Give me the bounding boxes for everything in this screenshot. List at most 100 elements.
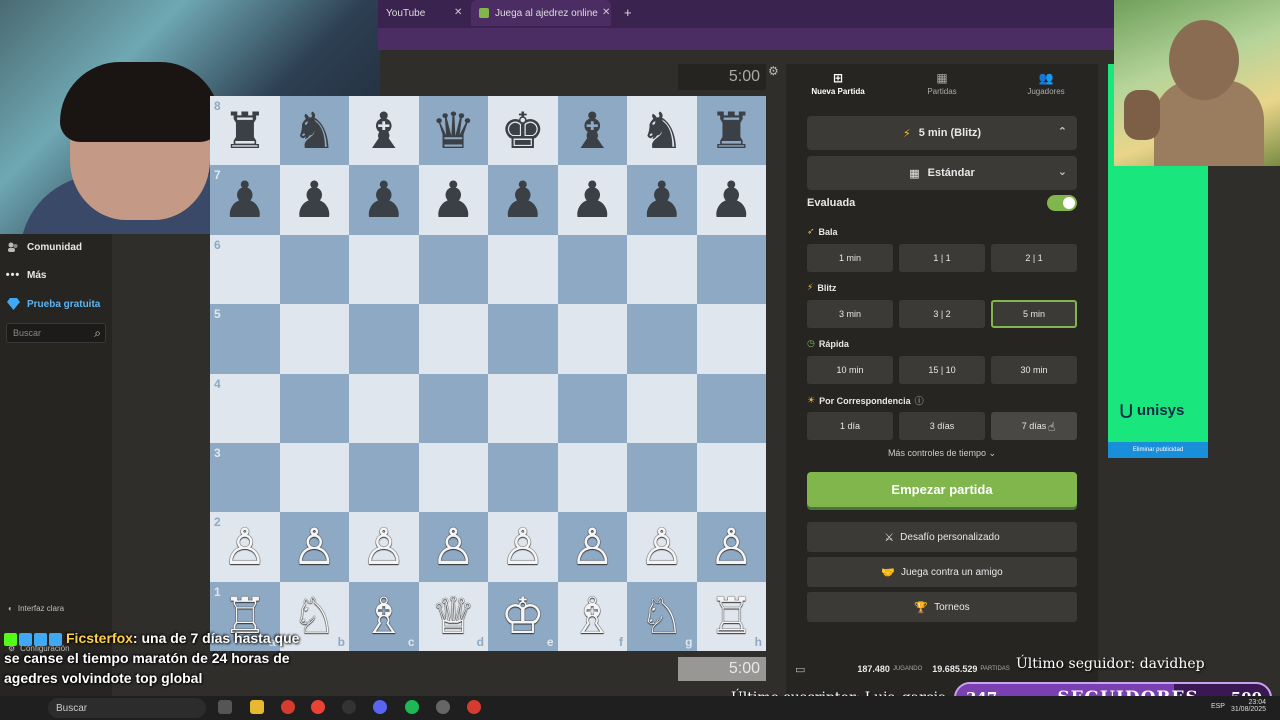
board-square-d4[interactable]	[418, 373, 488, 443]
variant-dropdown[interactable]: ▦ Estándar ⌄	[807, 156, 1077, 190]
board-square-c3[interactable]	[349, 442, 419, 513]
board-square-a3[interactable]: 3	[210, 442, 280, 513]
rated-toggle[interactable]	[1047, 195, 1077, 211]
white-piece[interactable]: ♗	[570, 591, 615, 641]
white-piece[interactable]: ♘	[639, 591, 684, 641]
board-square-b4[interactable]	[279, 373, 349, 443]
board-square-b5[interactable]	[279, 304, 349, 374]
white-piece[interactable]: ♔	[500, 591, 545, 641]
white-piece[interactable]: ♗	[361, 591, 406, 641]
time-option-button[interactable]: 1 min	[807, 244, 893, 272]
black-piece[interactable]: ♟	[361, 175, 406, 225]
chrome-active-icon[interactable]	[467, 700, 481, 714]
board-square-a2[interactable]: 2 ♙	[210, 512, 280, 582]
black-piece[interactable]: ♛	[431, 106, 476, 156]
board-square-b7[interactable]: ♟	[279, 165, 349, 235]
board-square-e4[interactable]	[488, 373, 558, 443]
tab-jugadores[interactable]: 👥 Jugadores	[994, 64, 1098, 102]
board-square-a8[interactable]: 8 ♜	[210, 96, 280, 166]
board-square-g1[interactable]: g ♘	[627, 581, 697, 651]
time-option-button[interactable]: 3 min	[807, 300, 893, 328]
board-square-g3[interactable]	[627, 442, 697, 513]
black-piece[interactable]: ♞	[639, 106, 684, 156]
time-option-button-selected[interactable]: 5 min	[991, 300, 1077, 328]
board-square-f1[interactable]: f ♗	[557, 581, 627, 651]
browser-icon[interactable]	[311, 700, 325, 714]
board-square-c5[interactable]	[349, 304, 419, 374]
black-piece[interactable]: ♟	[500, 175, 545, 225]
time-control-dropdown[interactable]: ⚡ 5 min (Blitz) ⌃	[807, 116, 1077, 150]
time-option-button[interactable]: 1 día	[807, 412, 893, 440]
white-piece[interactable]: ♙	[570, 522, 615, 572]
discord-icon[interactable]	[373, 700, 387, 714]
board-square-e5[interactable]	[488, 304, 558, 374]
tournaments-button[interactable]: 🏆 Torneos	[807, 592, 1077, 622]
tab-nueva-partida[interactable]: ⊞ Nueva Partida	[786, 64, 890, 102]
white-piece[interactable]: ♖	[709, 591, 754, 641]
board-square-f3[interactable]	[557, 442, 627, 513]
board-square-e2[interactable]: ♙	[488, 512, 558, 582]
board-square-e7[interactable]: ♟	[488, 165, 558, 235]
black-piece[interactable]: ♚	[500, 106, 545, 156]
tab-partidas[interactable]: ▦ Partidas	[890, 64, 994, 102]
board-square-a5[interactable]: 5	[210, 304, 280, 374]
time-option-button[interactable]: 15 | 10	[899, 356, 985, 384]
sidebar-item-prueba-gratuita[interactable]: Prueba gratuita	[6, 297, 100, 311]
remove-ads-button[interactable]: Eliminar publicidad	[1108, 442, 1208, 458]
black-piece[interactable]: ♝	[570, 106, 615, 156]
board-square-h2[interactable]: ♙	[696, 512, 766, 582]
gear-icon[interactable]: ⚙	[768, 64, 779, 78]
board-square-d5[interactable]	[418, 304, 488, 374]
board-square-d2[interactable]: ♙	[418, 512, 488, 582]
board-square-c6[interactable]	[349, 234, 419, 305]
sidebar-search-input[interactable]: Buscar ⌕	[6, 323, 106, 343]
board-square-d6[interactable]	[418, 234, 488, 305]
board-square-a7[interactable]: 7 ♟	[210, 165, 280, 235]
custom-challenge-button[interactable]: ⚔ Desafío personalizado	[807, 522, 1077, 552]
advertisement[interactable]: ⋃ unisys Eliminar publicidad	[1108, 166, 1208, 458]
board-square-c2[interactable]: ♙	[349, 512, 419, 582]
black-piece[interactable]: ♝	[361, 106, 406, 156]
board-square-h8[interactable]: ♜	[696, 96, 766, 166]
new-tab-button[interactable]: +	[624, 5, 632, 20]
board-square-b6[interactable]	[279, 234, 349, 305]
board-square-c8[interactable]: ♝	[349, 96, 419, 166]
board-square-f2[interactable]: ♙	[557, 512, 627, 582]
board-square-h3[interactable]	[696, 442, 766, 513]
board-square-f4[interactable]	[557, 373, 627, 443]
time-option-button[interactable]: 1 | 1	[899, 244, 985, 272]
black-piece[interactable]: ♞	[292, 106, 337, 156]
board-square-e6[interactable]	[488, 234, 558, 305]
board-square-d8[interactable]: ♛	[418, 96, 488, 166]
white-piece[interactable]: ♙	[222, 522, 267, 572]
board-square-a4[interactable]: 4	[210, 373, 280, 443]
board-square-g6[interactable]	[627, 234, 697, 305]
start-game-button[interactable]: Empezar partida	[807, 472, 1077, 507]
black-piece[interactable]: ♟	[431, 175, 476, 225]
more-time-controls-link[interactable]: Más controles de tiempo ⌄	[807, 448, 1077, 459]
board-square-g5[interactable]	[627, 304, 697, 374]
close-icon[interactable]: ✕	[602, 7, 610, 18]
board-square-e1[interactable]: e ♔	[488, 581, 558, 651]
board-square-b8[interactable]: ♞	[279, 96, 349, 166]
board-square-f8[interactable]: ♝	[557, 96, 627, 166]
board-square-h6[interactable]	[696, 234, 766, 305]
board-square-d3[interactable]	[418, 442, 488, 513]
white-piece[interactable]: ♙	[361, 522, 406, 572]
board-square-h5[interactable]	[696, 304, 766, 374]
app-icon[interactable]	[436, 700, 450, 714]
board-square-g8[interactable]: ♞	[627, 96, 697, 166]
board-square-e3[interactable]	[488, 442, 558, 513]
board-square-f5[interactable]	[557, 304, 627, 374]
taskbar-search[interactable]: Buscar	[48, 698, 206, 718]
white-piece[interactable]: ♙	[431, 522, 476, 572]
sidebar-item-comunidad[interactable]: Comunidad	[6, 240, 82, 254]
chat-icon[interactable]: ▭	[795, 663, 805, 676]
black-piece[interactable]: ♜	[709, 106, 754, 156]
board-square-b3[interactable]	[279, 442, 349, 513]
board-square-a6[interactable]: 6	[210, 234, 280, 305]
board-square-h1[interactable]: h ♖	[696, 581, 766, 651]
clock[interactable]: 23:04 31/08/2025	[1231, 699, 1266, 713]
board-square-g7[interactable]: ♟	[627, 165, 697, 235]
board-square-d7[interactable]: ♟	[418, 165, 488, 235]
